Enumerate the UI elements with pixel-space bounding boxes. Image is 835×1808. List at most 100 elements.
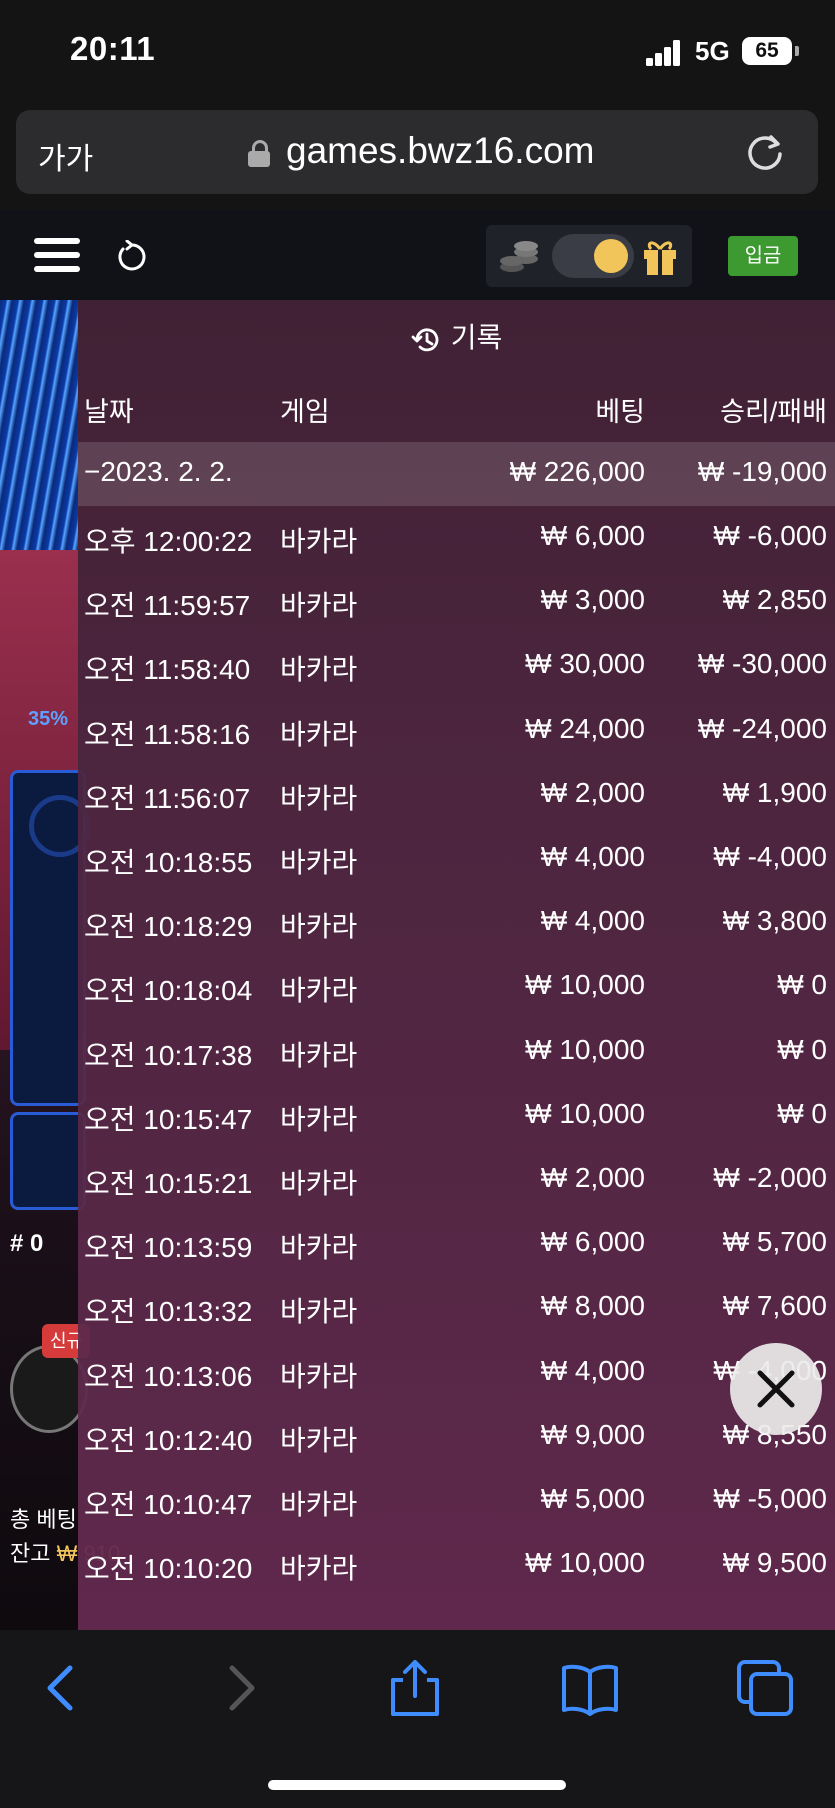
share-icon[interactable] — [385, 1658, 445, 1718]
history-row[interactable]: 오전 10:13:59 바카라 ₩ 6,000 ₩ 5,700 — [78, 1212, 835, 1276]
toggle-knob — [594, 239, 628, 273]
text-size-button[interactable]: 가가 — [38, 134, 93, 178]
date-group-row[interactable]: −2023. 2. 2. ₩ 226,000 ₩ -19,000 — [78, 442, 835, 506]
gift-icon[interactable] — [641, 237, 679, 277]
coins-icon[interactable] — [498, 237, 540, 277]
row-game: 바카라 — [280, 1553, 358, 1585]
total-bet-label: 총 베팅 — [10, 1507, 77, 1532]
row-game: 바카라 — [280, 1489, 358, 1520]
row-bet: ₩ 5,000 — [540, 1483, 645, 1514]
row-result: ₩ 0 — [777, 1033, 827, 1065]
history-panel: 기록 날짜 게임 베팅 승리/패배 −2023. 2. 2. ₩ 226,000… — [78, 300, 835, 1630]
row-bet: ₩ 10,000 — [525, 1097, 645, 1129]
row-game: 바카라 — [280, 1039, 358, 1071]
history-row[interactable]: 오전 10:15:21 바카라 ₩ 2,000 ₩ -2,000 — [78, 1148, 835, 1212]
row-result: ₩ -4,000 — [713, 841, 827, 872]
row-result: ₩ 0 — [777, 969, 827, 1001]
row-bet: ₩ 4,000 — [540, 1354, 645, 1386]
game-header: 입금 — [0, 210, 835, 300]
forward-icon[interactable] — [210, 1658, 270, 1718]
history-row[interactable]: 오전 10:17:38 바카라 ₩ 10,000 ₩ 0 — [78, 1020, 835, 1084]
chip-button[interactable] — [10, 1345, 88, 1433]
row-bet: ₩ 4,000 — [540, 905, 645, 937]
row-time: 오전 10:12:40 — [84, 1424, 253, 1456]
row-game: 바카라 — [280, 1232, 358, 1264]
row-result: ₩ -5,000 — [713, 1483, 827, 1514]
row-game: 바카라 — [280, 975, 358, 1007]
row-time: 오전 11:59:57 — [84, 590, 251, 622]
signal-icon — [646, 40, 682, 66]
history-row[interactable]: 오전 10:18:04 바카라 ₩ 10,000 ₩ 0 — [78, 955, 835, 1019]
reload-icon[interactable] — [743, 130, 787, 174]
close-button[interactable] — [730, 1343, 822, 1435]
home-indicator[interactable] — [268, 1780, 566, 1790]
column-header-game: 게임 — [280, 397, 330, 427]
row-game: 바카라 — [280, 847, 358, 878]
history-row[interactable]: 오전 10:15:47 바카라 ₩ 10,000 ₩ 0 — [78, 1084, 835, 1148]
row-game: 바카라 — [280, 1103, 358, 1135]
row-result: ₩ 5,700 — [722, 1226, 827, 1258]
history-row[interactable]: 오전 10:12:40 바카라 ₩ 9,000 ₩ 8,550 — [78, 1405, 835, 1469]
row-bet: ₩ 9,000 — [540, 1418, 645, 1450]
battery-icon: 65 — [742, 37, 792, 65]
row-result: ₩ 1,900 — [722, 776, 827, 808]
wallet-toggle[interactable] — [552, 234, 634, 278]
status-bar: 20:11 5G 65 — [0, 0, 835, 100]
history-title: 기록 — [450, 322, 503, 353]
row-game: 바카라 — [280, 1296, 358, 1328]
row-bet: ₩ 10,000 — [525, 1033, 645, 1065]
row-time: 오전 11:58:16 — [84, 718, 251, 750]
back-icon[interactable] — [32, 1658, 92, 1718]
row-game: 바카라 — [280, 1424, 358, 1456]
row-game: 바카라 — [280, 526, 358, 557]
history-row[interactable]: 오전 10:18:29 바카라 ₩ 4,000 ₩ 3,800 — [78, 891, 835, 955]
battery-level: 65 — [755, 39, 779, 62]
row-time: 오전 10:18:55 — [84, 847, 253, 878]
row-game: 바카라 — [280, 1360, 358, 1392]
url-text[interactable]: games.bwz16.com — [286, 130, 594, 172]
row-time: 오전 11:56:07 — [84, 782, 251, 814]
history-row[interactable]: 오전 10:13:32 바카라 ₩ 8,000 ₩ 7,600 — [78, 1276, 835, 1340]
history-row[interactable]: 오후 12:00:22 바카라 ₩ 6,000 ₩ -6,000 — [78, 506, 835, 570]
history-row[interactable]: 오전 10:10:20 바카라 ₩ 10,000 ₩ 9,500 — [78, 1533, 835, 1597]
row-bet: ₩ 6,000 — [540, 520, 645, 551]
history-row[interactable]: 오전 10:10:47 바카라 ₩ 5,000 ₩ -5,000 — [78, 1469, 835, 1533]
balance-label: 잔고 — [10, 1541, 51, 1566]
url-bar[interactable]: 가가 games.bwz16.com — [16, 110, 818, 194]
browser-url-area: 가가 games.bwz16.com — [0, 100, 835, 210]
row-time: 오전 10:18:04 — [84, 975, 253, 1007]
history-title-bar: 기록 — [78, 300, 835, 376]
row-result: ₩ -6,000 — [713, 520, 827, 551]
percent-label: 35% — [28, 708, 69, 730]
history-row[interactable]: 오전 11:59:57 바카라 ₩ 3,000 ₩ 2,850 — [78, 570, 835, 634]
refresh-icon[interactable] — [114, 240, 148, 274]
history-row[interactable]: 오전 11:58:16 바카라 ₩ 24,000 ₩ -24,000 — [78, 699, 835, 763]
history-row[interactable]: 오전 10:13:06바카라₩ 4,000₩ -4,000 — [78, 1341, 835, 1405]
row-bet: ₩ 4,000 — [540, 841, 645, 872]
status-time: 20:11 — [70, 30, 156, 67]
row-game: 바카라 — [280, 718, 358, 750]
column-header-date: 날짜 — [84, 397, 134, 427]
deposit-button[interactable]: 입금 — [728, 236, 798, 276]
row-time: 오후 12:00:22 — [84, 526, 253, 557]
row-result: ₩ -30,000 — [697, 648, 827, 680]
row-bet: ₩ 24,000 — [525, 712, 645, 744]
history-row[interactable]: 오전 11:56:07 바카라 ₩ 2,000 ₩ 1,900 — [78, 763, 835, 827]
row-time: 오전 10:10:20 — [84, 1553, 253, 1585]
row-result: ₩ 3,800 — [722, 905, 827, 937]
bookmarks-icon[interactable] — [560, 1658, 620, 1718]
bet-panel[interactable] — [10, 770, 91, 1106]
menu-icon[interactable] — [34, 236, 80, 274]
tabs-icon[interactable] — [735, 1658, 795, 1718]
history-icon — [411, 328, 439, 351]
round-number: # 0 — [10, 1230, 44, 1257]
bet-panel-secondary[interactable] — [10, 1112, 86, 1210]
row-time: 오전 10:13:06 — [84, 1360, 253, 1392]
row-bet: ₩ 10,000 — [525, 1547, 645, 1579]
row-time: 오전 10:18:29 — [84, 911, 253, 943]
row-time: 오전 10:17:38 — [84, 1039, 253, 1071]
history-row[interactable]: 오전 10:18:55 바카라 ₩ 4,000 ₩ -4,000 — [78, 827, 835, 891]
date-group-date: −2023. 2. 2. — [84, 456, 233, 487]
row-time: 오전 10:15:47 — [84, 1103, 253, 1135]
history-row[interactable]: 오전 11:58:40 바카라 ₩ 30,000 ₩ -30,000 — [78, 634, 835, 698]
